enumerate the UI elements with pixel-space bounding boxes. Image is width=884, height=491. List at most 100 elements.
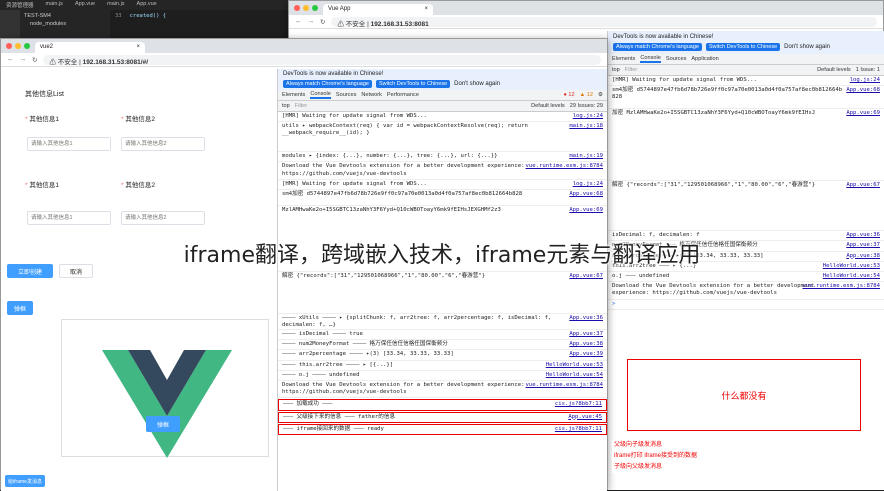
tab-sources[interactable]: Sources [336, 92, 357, 98]
url-field[interactable]: ⚠ 不安全 | 192.168.31.53:8081/#/ [43, 54, 601, 66]
minimize-icon[interactable] [15, 43, 21, 49]
log-source[interactable]: App.vue:67 [846, 182, 880, 189]
filter-input[interactable]: Filter [295, 103, 526, 109]
settings-gear-icon[interactable]: ⚙ [598, 92, 603, 98]
log-row: o.j ——— undefined HelloWorld.vue:54 [608, 272, 884, 283]
tab-application[interactable]: Application [691, 56, 718, 62]
switch-chinese-button[interactable]: Switch DevTools to Chinese [375, 80, 451, 88]
always-match-button[interactable]: Always match Chrome's language [613, 43, 702, 51]
tab-elements[interactable]: Elements [282, 92, 305, 98]
other-info-1-input[interactable] [27, 137, 111, 151]
maximize-icon[interactable] [312, 5, 318, 11]
levels-select[interactable]: Default levels [817, 67, 851, 73]
dont-show-button[interactable]: Don't show again [454, 81, 500, 87]
tab-elements[interactable]: Elements [612, 56, 635, 62]
other-info-3-input[interactable] [27, 211, 111, 225]
context-select[interactable]: top [282, 103, 290, 109]
log-source[interactable]: cis.js?8bb7:11 [555, 426, 602, 433]
log-source[interactable]: vue.runtime.esm.js:8784 [803, 283, 880, 290]
log-source[interactable]: App.vue:37 [569, 331, 603, 338]
log-source[interactable]: log.js:24 [573, 181, 603, 188]
minimize-icon[interactable] [303, 5, 309, 11]
other-info-2-input[interactable] [121, 137, 205, 151]
log-source[interactable]: log.js:24 [850, 77, 880, 84]
popup-button[interactable]: 弹框 [7, 301, 33, 315]
field-label-1: * 其他信息1 [25, 116, 59, 123]
url-field[interactable]: ⚠ 不安全 | 192.168.31.53:8081 [331, 16, 877, 28]
issues-badge[interactable]: 1 Issue: 1 [856, 67, 880, 73]
issues-badge[interactable]: 29 Issues: 29 [570, 103, 603, 109]
front-tab[interactable]: vue2 × [35, 42, 145, 53]
back-arrow-icon[interactable]: ← [7, 56, 14, 63]
send-iframe-message-button[interactable]: 给iframe发消息 [5, 475, 45, 487]
reload-icon[interactable]: ↻ [320, 18, 325, 26]
other-info-4-input[interactable] [121, 211, 205, 225]
tab-performance[interactable]: Performance [387, 92, 419, 98]
highlight-row: ——— 父级接下来的信息 ——— father的信息 App.vue:45 [278, 411, 607, 423]
dont-show-button[interactable]: Don't show again [784, 44, 830, 50]
log-source[interactable]: App.vue:68 [569, 191, 603, 198]
log-source[interactable]: App.vue:45 [568, 414, 602, 421]
back-arrow-icon[interactable]: ← [295, 18, 302, 25]
reload-icon[interactable]: ↻ [32, 56, 37, 64]
filter-input[interactable]: Filter [625, 67, 812, 73]
log-text: sm4加密 d5744897e47fb6d78b726e9ff0c97a70e0… [612, 87, 843, 101]
forward-arrow-icon[interactable]: → [20, 56, 27, 63]
console-prompt[interactable]: > [608, 300, 884, 310]
iframe-popup-button[interactable]: 弹框 [146, 416, 180, 432]
tree-item[interactable]: node_modules [24, 20, 106, 28]
tab-network[interactable]: Network [361, 92, 382, 98]
log-source[interactable]: HelloWorld.vue:54 [546, 372, 603, 379]
log-source[interactable]: App.vue:67 [569, 273, 603, 280]
close-tab-icon[interactable]: × [424, 6, 428, 13]
log-source[interactable]: main.js:19 [569, 153, 603, 160]
log-source[interactable]: App.vue:68 [846, 87, 880, 94]
console-log: [HMR] Waiting for update signal from WDS… [608, 76, 884, 310]
code-editor-window: 资源管理器 main.js App.vue main.js App.vue TE… [0, 0, 300, 40]
tab-console[interactable]: Console [310, 91, 331, 99]
label-text: 其他信息2 [125, 116, 155, 123]
editor-tab[interactable]: App.vue [131, 0, 163, 10]
log-source[interactable]: App.vue:69 [846, 110, 880, 117]
notice-text: DevTools is now available in Chinese! [613, 34, 714, 40]
always-match-button[interactable]: Always match Chrome's language [283, 80, 372, 88]
log-source[interactable]: App.vue:36 [569, 315, 603, 322]
forward-arrow-icon[interactable]: → [308, 18, 315, 25]
editor-tab[interactable]: main.js [40, 0, 69, 10]
back-tab[interactable]: Vue App × [323, 4, 433, 15]
log-text: ———— xUtils ———— ▸ {splitChunk: f, arr2t… [282, 315, 552, 329]
log-source[interactable]: main.js:18 [569, 123, 603, 130]
log-source[interactable]: vue.runtime.esm.js:8784 [526, 163, 603, 170]
close-icon[interactable] [6, 43, 12, 49]
log-source[interactable]: App.vue:69 [569, 207, 603, 214]
warning-count: ▲ 12 [579, 92, 593, 98]
red-annotations: 父级向子级发消息 iframe打印 iframe接受到的数据 子级向父级发消息 [612, 440, 700, 473]
context-select[interactable]: top [612, 67, 620, 73]
log-source[interactable]: App.vue:38 [569, 341, 603, 348]
line-number: 33 [115, 13, 122, 19]
editor-tab[interactable]: main.js [101, 0, 130, 10]
log-row: modules ▸ {index: {...}, number: {...}, … [278, 152, 607, 163]
log-text: ———— isDecimal ———— true [282, 331, 363, 338]
levels-select[interactable]: Default levels [531, 103, 565, 109]
log-source[interactable]: App.vue:39 [569, 351, 603, 358]
editor-tab[interactable]: 资源管理器 [0, 0, 40, 10]
tab-sources[interactable]: Sources [666, 56, 687, 62]
log-source[interactable]: log.js:24 [573, 113, 603, 120]
editor-tab[interactable]: App.vue [69, 0, 101, 10]
log-text: 解密 {"records":["31","129501068966","1","… [282, 273, 486, 280]
close-icon[interactable] [294, 5, 300, 11]
log-source[interactable]: cis.js?8bb7:11 [555, 401, 602, 408]
log-row: sm4加密 d5744897e47fb6d78b726e9ff0c97a70e0… [278, 190, 607, 207]
tree-root[interactable]: TEST-SM4 [24, 12, 106, 20]
log-row: [HMR] Waiting for update signal from WDS… [608, 76, 884, 87]
switch-chinese-button[interactable]: Switch DevTools to Chinese [705, 43, 781, 51]
close-tab-icon[interactable]: × [136, 44, 140, 51]
maximize-icon[interactable] [24, 43, 30, 49]
child-iframe: 弹框 [61, 319, 269, 458]
log-source[interactable]: HelloWorld.vue:53 [546, 362, 603, 369]
annotation: 子级向父级发消息 [614, 464, 663, 470]
log-source[interactable]: vue.runtime.esm.js:8784 [526, 382, 603, 389]
tab-console[interactable]: Console [640, 55, 661, 63]
log-source[interactable]: HelloWorld.vue:54 [823, 273, 880, 280]
